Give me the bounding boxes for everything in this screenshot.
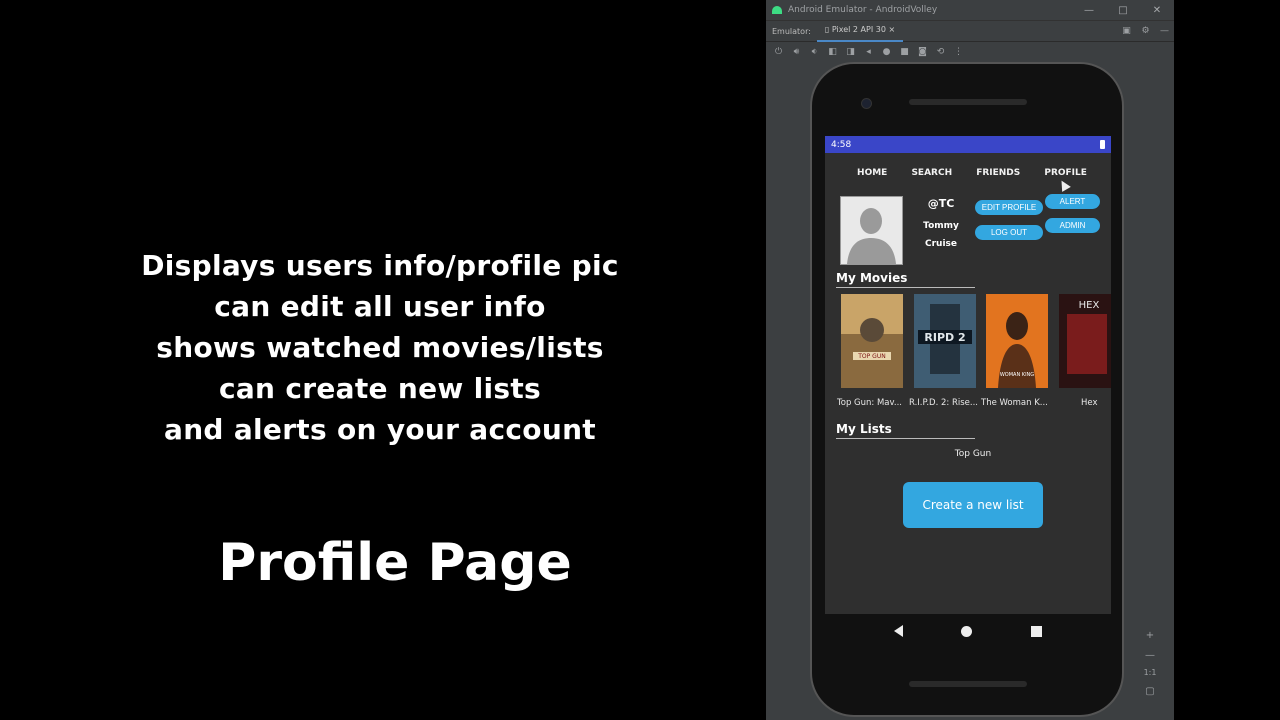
caption-line: can create new lists <box>218 372 542 405</box>
tab-friends[interactable]: FRIENDS <box>976 168 1020 178</box>
user-handle: @TC <box>927 197 955 210</box>
maximize-button[interactable]: □ <box>1106 5 1140 16</box>
android-nav-bar <box>825 615 1111 647</box>
phone-device: 4:58 HOME SEARCH FRIENDS PROFILE @TC Tom… <box>810 62 1124 717</box>
caption-line: can edit all user info <box>214 290 546 323</box>
movie-title: The Woman K... <box>981 398 1048 408</box>
create-list-button[interactable]: Create a new list <box>903 482 1043 528</box>
feature-description: Displays users info/profile pic can edit… <box>0 245 760 450</box>
fit-screen-icon[interactable]: ▢ <box>1142 686 1158 697</box>
gear-icon[interactable]: ⚙ <box>1136 26 1155 36</box>
rotate-right-icon[interactable]: ◨ <box>842 47 859 57</box>
movie-poster[interactable]: RIPD 2 <box>914 294 976 388</box>
ripd-poster-image: RIPD 2 <box>914 294 976 388</box>
overview-icon[interactable]: ■ <box>896 47 913 57</box>
hide-panel-icon[interactable]: — <box>1155 26 1174 36</box>
rotate-left-icon[interactable]: ◧ <box>824 47 841 57</box>
poster-title: RIPD 2 <box>924 331 965 344</box>
back-icon[interactable] <box>894 625 904 637</box>
volume-down-icon[interactable]: 🔉︎ <box>806 47 823 57</box>
alert-button[interactable]: ALERT <box>1045 194 1100 209</box>
zoom-in-icon[interactable]: + <box>1142 630 1158 641</box>
snapshot-icon[interactable]: ⟲ <box>932 47 949 57</box>
zoom-ratio[interactable]: 1:1 <box>1142 668 1158 677</box>
window-titlebar: Android Emulator - AndroidVolley — □ ✕ <box>766 0 1174 21</box>
movie-poster[interactable]: HEX <box>1059 294 1111 388</box>
caption-line: shows watched movies/lists <box>156 331 604 364</box>
movie-title: Top Gun: Mav... <box>837 398 902 408</box>
speaker-grille <box>909 99 1027 105</box>
tab-profile[interactable]: PROFILE <box>1044 168 1087 178</box>
movies-carousel[interactable]: TOP GUN RIPD 2 WOMAN KING HEX Top Gun: M… <box>825 294 1111 408</box>
caption-line: Displays users info/profile pic <box>141 249 619 282</box>
camera-icon[interactable]: ◙ <box>914 47 931 57</box>
front-camera <box>861 98 872 109</box>
last-name: Cruise <box>925 239 957 249</box>
movie-title: Hex <box>1081 398 1098 408</box>
poster-title: WOMAN KING <box>1000 372 1034 378</box>
more-icon[interactable]: ⋮ <box>950 47 967 57</box>
zoom-out-icon[interactable]: — <box>1142 650 1158 661</box>
movie-poster[interactable]: WOMAN KING <box>986 294 1048 388</box>
battery-icon <box>1100 140 1105 149</box>
power-icon[interactable]: ⏻ <box>770 47 787 57</box>
edit-profile-button[interactable]: EDIT PROFILE <box>975 200 1043 215</box>
window-title: Android Emulator - AndroidVolley <box>788 5 938 15</box>
default-avatar-icon <box>841 197 902 264</box>
emulator-toolbar: ⏻ 🔊︎ 🔉︎ ◧ ◨ ◂ ● ■ ◙ ⟲ ⋮ <box>766 42 1174 62</box>
avatar <box>840 196 903 265</box>
page-title: Profile Page <box>218 533 572 593</box>
status-bar: 4:58 <box>825 136 1111 153</box>
hex-poster-image: HEX <box>1059 294 1111 388</box>
emulator-label: Emulator: <box>772 26 811 36</box>
device-tab-label: Pixel 2 API 30 <box>831 25 886 34</box>
layout-icon[interactable]: ▣ <box>1117 26 1136 36</box>
recents-icon[interactable] <box>1030 625 1042 637</box>
close-tab-icon[interactable]: × <box>886 25 895 34</box>
list-item[interactable]: Top Gun <box>825 449 1111 459</box>
bottom-speaker <box>909 681 1027 687</box>
poster-title: TOP GUN <box>857 353 885 360</box>
first-name: Tommy <box>923 221 959 231</box>
my-lists-heading: My Lists <box>836 422 975 439</box>
profile-header: @TC Tommy Cruise EDIT PROFILE ALERT LOG … <box>825 193 1111 271</box>
minimize-button[interactable]: — <box>1072 5 1106 16</box>
volume-up-icon[interactable]: 🔊︎ <box>788 47 805 57</box>
poster-title: HEX <box>1079 300 1100 311</box>
movie-title: R.I.P.D. 2: Rise... <box>909 398 978 408</box>
tab-device[interactable]: ▯ Pixel 2 API 30 × <box>816 20 904 42</box>
my-movies-heading: My Movies <box>836 271 975 288</box>
tab-home[interactable]: HOME <box>857 168 887 178</box>
woman-king-poster-image: WOMAN KING <box>986 294 1048 388</box>
home-icon[interactable]: ● <box>878 47 895 57</box>
emulator-window: Android Emulator - AndroidVolley — □ ✕ E… <box>766 0 1174 720</box>
home-icon[interactable] <box>961 625 973 637</box>
admin-button[interactable]: ADMIN <box>1045 218 1100 233</box>
android-logo-icon <box>772 6 782 14</box>
top-gun-poster-image: TOP GUN <box>841 294 903 388</box>
status-time: 4:58 <box>831 139 852 150</box>
close-button[interactable]: ✕ <box>1140 5 1174 16</box>
user-name: Tommy Cruise <box>913 217 969 253</box>
phone-screen: 4:58 HOME SEARCH FRIENDS PROFILE @TC Tom… <box>825 136 1111 614</box>
back-icon[interactable]: ◂ <box>860 47 877 57</box>
movie-poster[interactable]: TOP GUN <box>841 294 903 388</box>
emulator-tabbar: Emulator: ▯ Pixel 2 API 30 × ▣ ⚙ — <box>766 21 1174 42</box>
tab-search[interactable]: SEARCH <box>911 168 952 178</box>
caption-line: and alerts on your account <box>164 413 596 446</box>
phone-icon: ▯ <box>824 25 832 34</box>
log-out-button[interactable]: LOG OUT <box>975 225 1043 240</box>
